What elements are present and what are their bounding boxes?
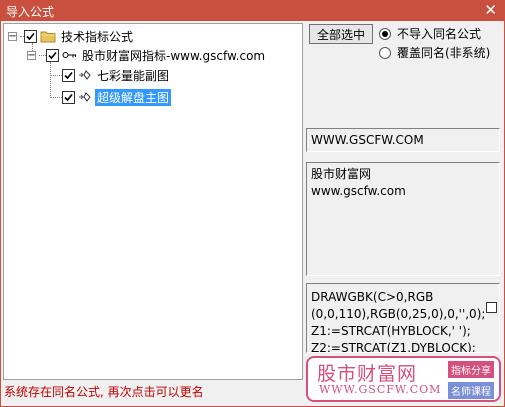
tree-root-label: 技术指标公式 <box>61 29 134 44</box>
root-checkbox[interactable] <box>24 29 37 43</box>
status-message: 系统存在同名公式, 再次点击可以更名 <box>4 385 204 399</box>
folder-icon <box>40 30 56 43</box>
watermark-badge: 股市财富网 WWW.GSCFW.COM 指标分享 名师课程 <box>306 356 501 402</box>
radio-indicator[interactable] <box>379 27 391 40</box>
description-line: 股市财富网 <box>311 167 372 181</box>
url-text: WWW.GSCFW.COM <box>311 133 424 147</box>
code-line: DRAWGBK(C>0,RGB <box>311 290 434 304</box>
item-checkbox[interactable] <box>62 90 75 104</box>
code-panel-checkbox[interactable] <box>486 302 497 313</box>
tree-group[interactable]: − 股市财富网指标-www.gscfw.com <box>27 46 267 64</box>
tree-item-label: 七彩量能副图 <box>97 68 170 83</box>
tree-item-label: 超级解盘主图 <box>95 88 172 106</box>
code-panel[interactable]: DRAWGBK(C>0,RGB (0,0,110),RGB(0,25,0),0,… <box>306 283 500 353</box>
code-line: (0,0,110),RGB(0,25,0),0,'',0); <box>311 307 486 321</box>
tree-root[interactable]: − 技术指标公式 <box>8 27 135 45</box>
watermark-tag: 名师课程 <box>448 382 494 399</box>
formula-tree[interactable]: − 技术指标公式 − 股市财富网指标-www.gscfw.com 七彩量能副图 <box>3 23 303 380</box>
tree-connector <box>50 62 51 98</box>
group-checkbox[interactable] <box>46 48 59 62</box>
tree-group-label: 股市财富网指标-www.gscfw.com <box>82 48 266 63</box>
radio-overwrite[interactable]: 覆盖同名(非系统) <box>379 44 490 61</box>
code-line: Z2:=STRCAT(Z1,DYBLOCK); <box>311 341 476 353</box>
formula-icon <box>78 91 92 103</box>
url-display: WWW.GSCFW.COM <box>306 128 500 152</box>
check-icon <box>48 51 57 59</box>
select-all-button[interactable]: 全部选中 <box>309 24 373 44</box>
watermark-tag: 指标分享 <box>448 361 494 378</box>
title-bar: 导入公式 ✕ <box>0 0 505 21</box>
formula-icon <box>78 69 92 81</box>
description-panel: 股市财富网 www.gscfw.com <box>306 162 500 276</box>
watermark-brand: 股市财富网 <box>317 363 418 385</box>
check-icon <box>26 32 35 40</box>
code-line: Z1:=STRCAT(HYBLOCK,' '); <box>311 324 471 338</box>
tree-item[interactable]: 七彩量能副图 <box>62 66 171 84</box>
close-icon[interactable]: ✕ <box>484 1 497 19</box>
tree-item[interactable]: 超级解盘主图 <box>62 88 172 106</box>
watermark-url: WWW.GSCFW.COM <box>319 383 442 396</box>
check-icon <box>64 93 73 101</box>
radio-selected-dot <box>382 30 388 37</box>
collapse-icon[interactable]: − <box>8 31 17 41</box>
radio-indicator[interactable] <box>379 46 391 59</box>
radio-no-import-label: 不导入同名公式 <box>397 27 482 41</box>
window-title: 导入公式 <box>6 5 55 19</box>
key-icon <box>62 50 77 60</box>
item-checkbox[interactable] <box>62 68 75 82</box>
collapse-icon[interactable]: − <box>27 50 36 60</box>
radio-overwrite-label: 覆盖同名(非系统) <box>397 46 491 60</box>
check-icon <box>64 71 73 79</box>
radio-no-import[interactable]: 不导入同名公式 <box>379 25 481 42</box>
description-line: www.gscfw.com <box>311 184 406 198</box>
